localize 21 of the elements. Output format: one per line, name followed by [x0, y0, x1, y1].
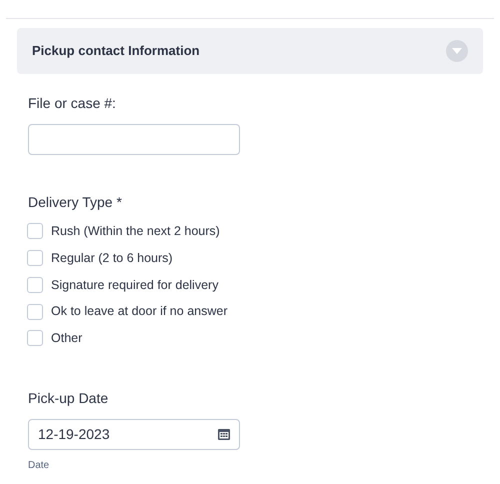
checkbox-label: Signature required for delivery	[51, 276, 218, 294]
checkbox[interactable]	[27, 223, 43, 240]
checkbox-label: Other	[51, 330, 82, 347]
checkbox[interactable]	[27, 330, 43, 346]
section-header[interactable]: Pickup contact Information	[17, 28, 483, 74]
field-label: File or case #:	[28, 94, 117, 113]
checkbox[interactable]	[27, 304, 43, 320]
field-label: Pick-up Date	[28, 388, 110, 408]
checkbox[interactable]	[27, 276, 43, 293]
calendar-icon[interactable]	[218, 428, 230, 440]
field-label: Delivery Type *	[28, 193, 123, 212]
date-value: 12-19-2023	[38, 424, 110, 444]
section-title: Pickup contact Information	[32, 42, 200, 60]
date-field[interactable]: 12-19-2023	[28, 418, 240, 450]
checkbox[interactable]	[27, 250, 43, 266]
checkbox-label: Ok to leave at door if no answer	[51, 303, 228, 320]
field-hint: Date	[28, 458, 50, 473]
checkbox-label: Regular (2 to 6 hours)	[51, 250, 173, 267]
input-field[interactable]	[28, 124, 240, 155]
chevron-down-icon[interactable]	[446, 40, 468, 62]
checkbox-label: Rush (Within the next 2 hours)	[51, 223, 220, 240]
